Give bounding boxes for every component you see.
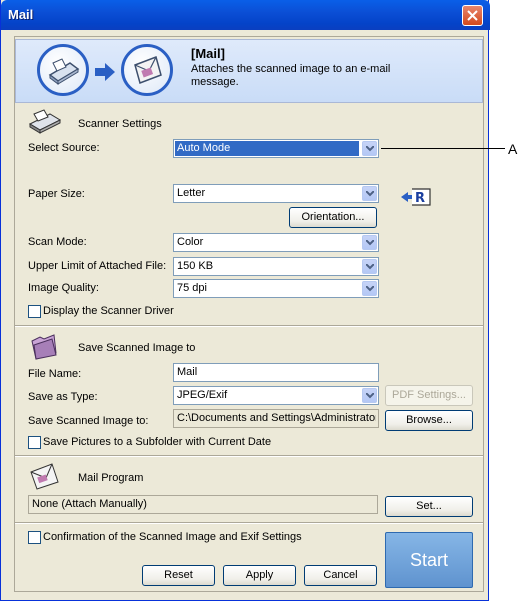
title-bar[interactable]: Mail xyxy=(1,0,490,30)
close-button[interactable] xyxy=(462,5,483,26)
scanner-settings-title: Scanner Settings xyxy=(78,118,162,130)
chevron-down-icon[interactable] xyxy=(362,281,377,296)
section-divider xyxy=(15,522,483,524)
paper-size-value: Letter xyxy=(177,187,206,199)
section-divider xyxy=(15,325,483,327)
apply-button[interactable]: Apply xyxy=(223,565,296,586)
mail-program-title: Mail Program xyxy=(78,472,144,484)
chevron-down-icon[interactable] xyxy=(362,186,377,201)
save-as-type-label: Save as Type: xyxy=(28,391,98,403)
save-to-path-field: C:\Documents and Settings\Administrator xyxy=(173,409,379,428)
subfolder-checkbox[interactable] xyxy=(28,436,41,449)
arrow-right-icon xyxy=(95,63,115,81)
pdf-settings-button[interactable]: PDF Settings... xyxy=(385,385,473,406)
display-driver-label: Display the Scanner Driver xyxy=(43,305,174,317)
set-button[interactable]: Set... xyxy=(385,496,473,517)
banner-description: Attaches the scanned image to an e-mail … xyxy=(191,63,391,88)
callout-label: A xyxy=(508,141,518,157)
close-icon xyxy=(467,10,478,21)
chevron-down-icon[interactable] xyxy=(362,259,377,274)
file-name-value: Mail xyxy=(177,366,198,378)
save-to-path-value: C:\Documents and Settings\Administrator xyxy=(177,412,376,424)
subfolder-label: Save Pictures to a Subfolder with Curren… xyxy=(43,436,272,448)
start-button[interactable]: Start xyxy=(385,532,473,588)
file-name-input[interactable]: Mail xyxy=(173,363,379,382)
mail-program-value: None (Attach Manually) xyxy=(32,498,147,510)
image-quality-value: 75 dpi xyxy=(177,282,207,294)
folder-icon xyxy=(31,334,57,360)
orientation-preview-icon: R xyxy=(401,188,431,206)
scan-mode-dropdown[interactable]: Color xyxy=(173,233,379,252)
upper-limit-dropdown[interactable]: 150 KB xyxy=(173,257,379,276)
save-as-type-value: JPEG/Exif xyxy=(177,389,228,401)
banner-title: [Mail] xyxy=(191,46,225,61)
reset-button[interactable]: Reset xyxy=(142,565,215,586)
select-source-value: Auto Mode xyxy=(175,141,359,156)
chevron-down-icon[interactable] xyxy=(362,141,377,156)
browse-button[interactable]: Browse... xyxy=(385,410,473,431)
file-name-label: File Name: xyxy=(28,368,82,380)
image-quality-label: Image Quality: xyxy=(28,282,99,294)
upper-limit-value: 150 KB xyxy=(177,260,214,272)
mail-program-field: None (Attach Manually) xyxy=(28,495,378,514)
callout-line xyxy=(381,148,505,149)
cancel-button[interactable]: Cancel xyxy=(304,565,377,586)
paper-size-dropdown[interactable]: Letter xyxy=(173,184,379,203)
scan-mode-value: Color xyxy=(177,236,204,248)
image-quality-dropdown[interactable]: 75 dpi xyxy=(173,279,379,298)
scanner-icon xyxy=(28,109,62,134)
mail-program-icon xyxy=(30,463,59,490)
chevron-down-icon[interactable] xyxy=(362,235,377,250)
scan-mode-label: Scan Mode: xyxy=(28,236,87,248)
upper-limit-label: Upper Limit of Attached File: xyxy=(28,260,167,272)
window-title: Mail xyxy=(8,7,34,22)
save-to-label: Save Scanned Image to: xyxy=(28,415,149,427)
select-source-dropdown[interactable]: Auto Mode xyxy=(173,139,379,158)
save-section-title: Save Scanned Image to xyxy=(78,342,196,354)
svg-text:R: R xyxy=(415,191,425,206)
confirmation-label: Confirmation of the Scanned Image and Ex… xyxy=(43,531,302,543)
save-as-type-dropdown[interactable]: JPEG/Exif xyxy=(173,386,379,405)
select-source-label: Select Source: xyxy=(28,142,100,154)
orientation-button[interactable]: Orientation... xyxy=(289,207,377,228)
paper-size-label: Paper Size: xyxy=(28,188,85,200)
section-divider xyxy=(15,455,483,457)
display-driver-checkbox[interactable] xyxy=(28,305,41,318)
chevron-down-icon[interactable] xyxy=(362,388,377,403)
mail-step-icon xyxy=(121,44,173,96)
scanner-step-icon xyxy=(37,44,89,96)
confirmation-checkbox[interactable] xyxy=(28,531,41,544)
